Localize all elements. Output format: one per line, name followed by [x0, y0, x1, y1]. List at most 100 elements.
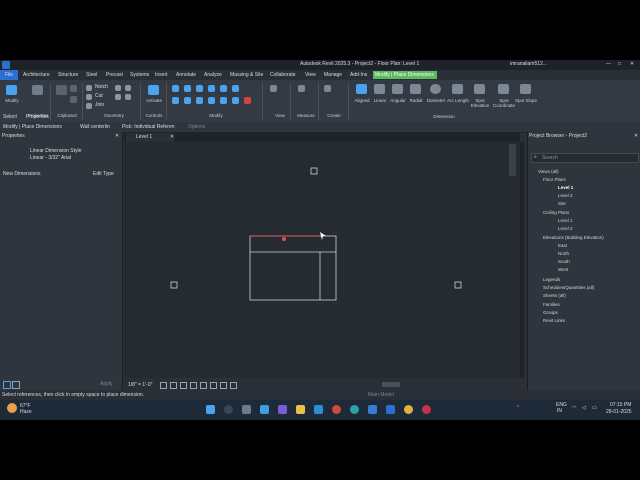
activate-button[interactable]: Activate [142, 98, 166, 103]
spot-elevation-icon[interactable] [474, 84, 485, 94]
modify-button[interactable]: Modify [0, 98, 24, 103]
battery-icon[interactable]: ▭ [592, 406, 597, 411]
detail-level-icon[interactable] [160, 382, 167, 389]
tab-collaborate[interactable]: Collaborate [270, 72, 296, 78]
windows-start-icon[interactable] [206, 405, 215, 414]
join-button[interactable]: Join [95, 103, 104, 108]
visual-style-icon[interactable] [170, 382, 177, 389]
modify-cursor-icon[interactable] [6, 85, 17, 95]
tree-site[interactable]: Site [558, 201, 566, 206]
activate-icon[interactable] [148, 85, 159, 95]
properties-close-icon[interactable]: ✕ [115, 134, 119, 139]
tree-families[interactable]: Families [543, 302, 560, 307]
close-icon[interactable]: ✕ [630, 62, 634, 67]
copy-icon[interactable] [70, 85, 77, 92]
shadows-icon[interactable] [190, 382, 197, 389]
tree-ceiling-level-2[interactable]: Level 2 [558, 226, 573, 231]
tree-views-all[interactable]: Views (all) [538, 169, 559, 174]
store-icon[interactable] [368, 405, 377, 414]
search-placeholder[interactable]: Search [542, 156, 558, 161]
sun-path-icon[interactable] [180, 382, 187, 389]
notch-button[interactable]: Notch [95, 85, 108, 90]
diameter-button[interactable]: Diameter [424, 98, 448, 103]
tab-insert[interactable]: Insert [155, 72, 168, 78]
wall-rectangle[interactable] [249, 235, 337, 301]
tab-analyze[interactable]: Analyze [204, 72, 222, 78]
revit-logo-icon[interactable] [2, 61, 10, 69]
reveal-hidden-icon[interactable] [230, 382, 237, 389]
tab-manage[interactable]: Manage [324, 72, 342, 78]
spot-elevation-button[interactable]: Spot Elevation [468, 98, 492, 108]
vertical-scrollbar[interactable] [520, 142, 524, 378]
tab-systems[interactable]: Systems [130, 72, 149, 78]
spot-slope-button[interactable]: Spot Slope [514, 98, 538, 103]
tree-floor-level-1[interactable]: Level 1 [558, 185, 573, 190]
trim-icon[interactable] [208, 97, 215, 104]
tab-steel[interactable]: Steel [86, 72, 97, 78]
delete-icon[interactable] [244, 97, 251, 104]
task-view-icon[interactable] [242, 405, 251, 414]
temp-hide-icon[interactable] [220, 382, 227, 389]
copilot-icon[interactable] [260, 405, 269, 414]
tab-file[interactable]: File [5, 72, 13, 78]
tree-east[interactable]: East [558, 243, 567, 248]
tree-ceiling-plans[interactable]: Ceiling Plans [543, 210, 569, 215]
tray-chevron-icon[interactable]: ⌃ [516, 406, 520, 411]
weather-icon[interactable] [7, 403, 17, 413]
copy-element-icon[interactable] [184, 97, 191, 104]
move-icon[interactable] [172, 97, 179, 104]
tree-groups[interactable]: Groups [543, 310, 558, 315]
arc-length-button[interactable]: Arc Length [446, 98, 470, 103]
view-tool-icon[interactable] [270, 85, 277, 92]
cut-icon[interactable] [70, 96, 77, 103]
tree-schedules[interactable]: Schedules/Quantities (all) [543, 285, 594, 290]
edge-icon[interactable] [350, 405, 359, 414]
language-region[interactable]: IN [557, 409, 562, 414]
tree-revit-links[interactable]: Revit Links [543, 318, 565, 323]
spot-slope-icon[interactable] [520, 84, 531, 94]
cut-button[interactable]: Cut [95, 94, 103, 99]
arc-length-icon[interactable] [452, 84, 463, 94]
tab-annotate[interactable]: Annotate [176, 72, 196, 78]
view-tab-label[interactable]: Level 1 [136, 135, 152, 140]
paste-icon[interactable] [56, 85, 67, 95]
create-group-icon[interactable] [324, 85, 331, 92]
elevation-marker-west[interactable] [170, 281, 178, 289]
palette-grid-icon[interactable] [12, 381, 20, 389]
split-icon[interactable] [220, 85, 227, 92]
search-taskbar-icon[interactable] [224, 405, 233, 414]
mirror-draw-icon[interactable] [208, 85, 215, 92]
edit-type-button[interactable]: Edit Type [93, 172, 114, 177]
apply-button[interactable]: Apply [100, 382, 113, 387]
scale-icon[interactable] [220, 97, 227, 104]
measure-icon[interactable] [298, 85, 305, 92]
angular-dimension-icon[interactable] [392, 84, 403, 94]
clock-time[interactable]: 07:15 PM [610, 403, 631, 408]
file-explorer-icon[interactable] [296, 405, 305, 414]
horizontal-scrollbar[interactable] [382, 382, 400, 387]
mirror-axis-icon[interactable] [196, 85, 203, 92]
type-family[interactable]: Linear Dimension Style [30, 149, 81, 154]
radial-dimension-icon[interactable] [410, 84, 421, 94]
wifi-icon[interactable]: ◠ [572, 406, 576, 411]
instance-filter[interactable]: New Dimensions [3, 172, 41, 177]
tab-precast[interactable]: Precast [106, 72, 123, 78]
user-name[interactable]: imranaliam512... [510, 62, 547, 67]
tree-legends[interactable]: Legends [543, 277, 560, 282]
select-menu[interactable]: Select [3, 115, 17, 120]
align-icon[interactable] [172, 85, 179, 92]
tree-south[interactable]: South [558, 259, 570, 264]
volume-icon[interactable]: ◁ [582, 406, 586, 411]
options-button[interactable]: Options [188, 125, 205, 130]
revit-taskbar-icon[interactable] [386, 405, 395, 414]
geometry-tool-icon[interactable] [115, 85, 121, 91]
tab-view[interactable]: View [305, 72, 316, 78]
linear-dimension-icon[interactable] [374, 84, 385, 94]
tree-floor-level-2[interactable]: Level 2 [558, 193, 573, 198]
pick-select[interactable]: Pick: Individual Referen [122, 125, 175, 130]
view-control-icons[interactable] [160, 382, 260, 389]
clock-date[interactable]: 28-01-2025 [606, 410, 632, 415]
tree-north[interactable]: North [558, 251, 569, 256]
elevation-marker-north[interactable] [310, 167, 318, 175]
maximize-icon[interactable]: □ [618, 62, 621, 67]
